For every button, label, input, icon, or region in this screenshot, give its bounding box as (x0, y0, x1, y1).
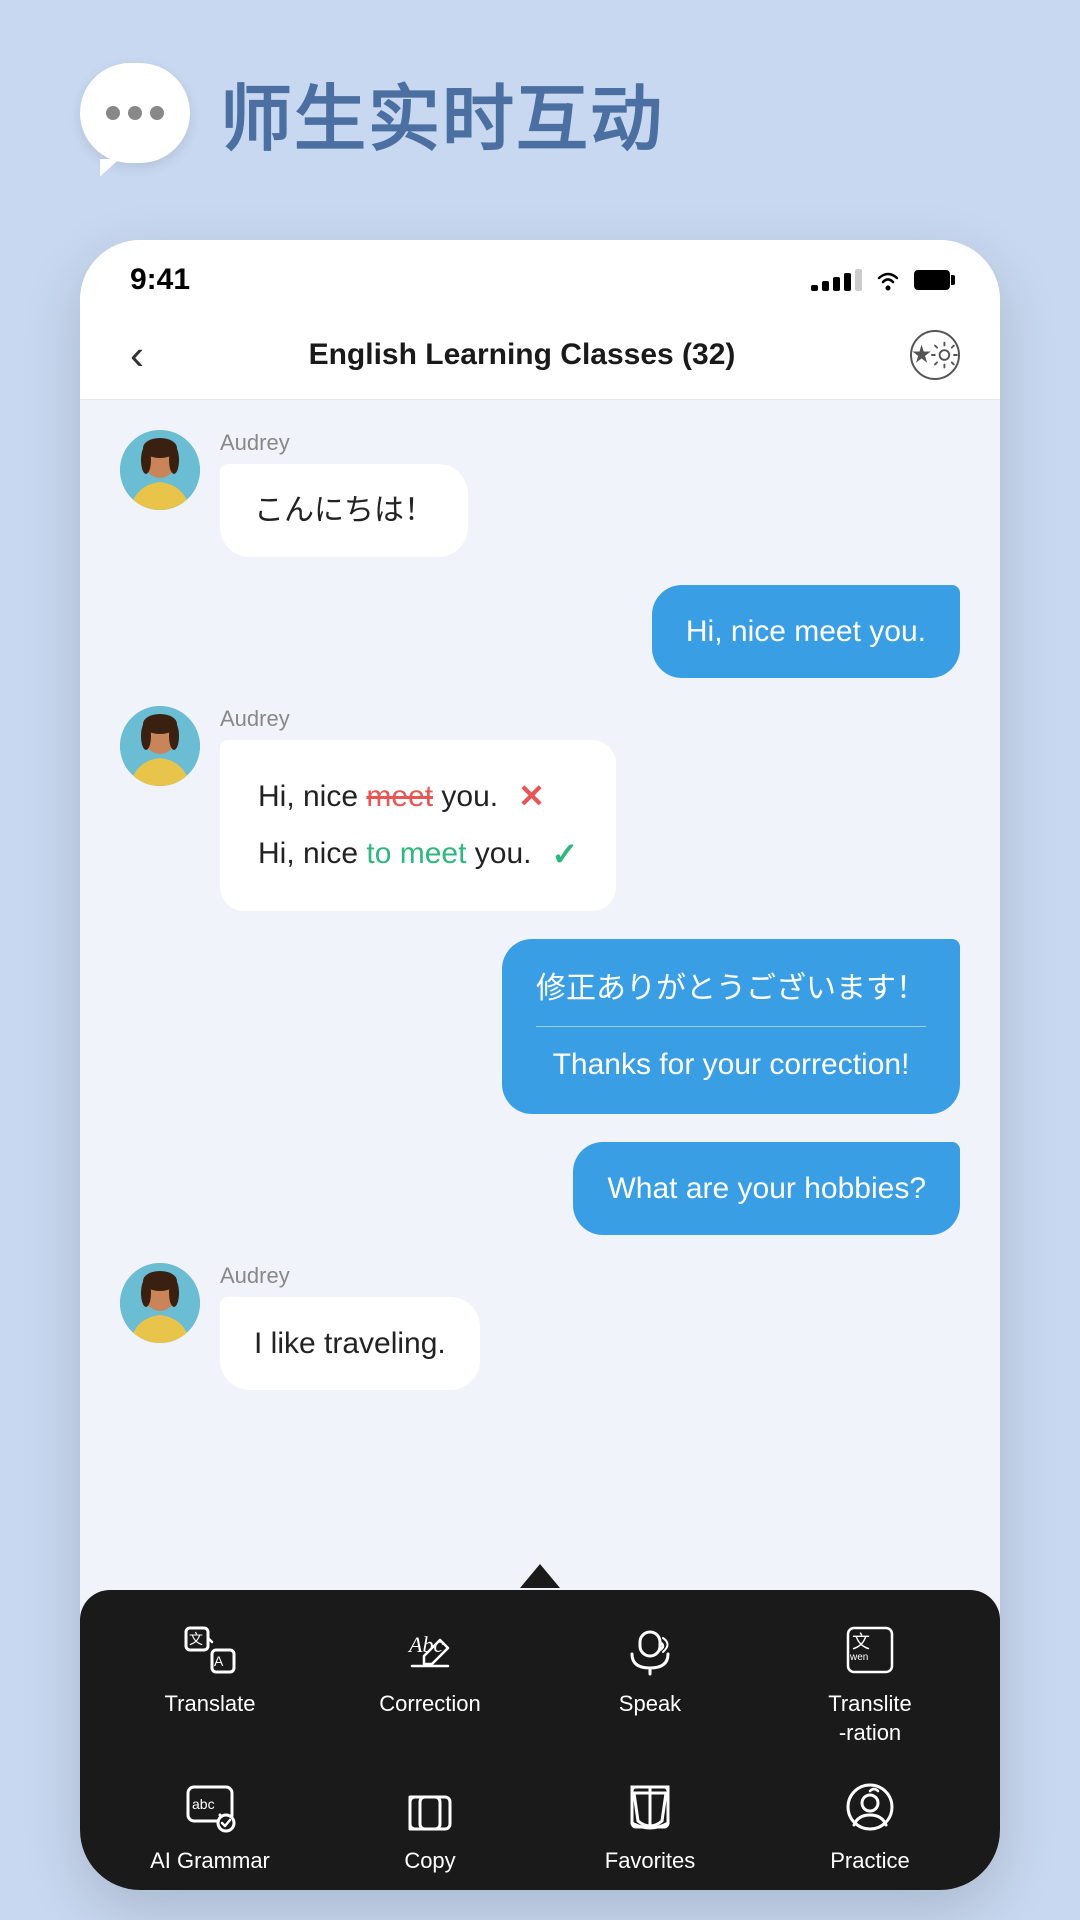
message-content: Audrey Hi, nice meet you. ✕ Hi, nice to … (220, 706, 616, 911)
message-bubble: 修正ありがとうございます！ Thanks for your correction… (502, 939, 960, 1114)
message-bubble: Hi, nice meet you. (652, 585, 960, 678)
bottom-toolbar: 文 A Translate Abc (80, 1590, 1000, 1890)
speak-icon (620, 1620, 680, 1680)
toolbar-copy[interactable]: Copy (360, 1777, 500, 1876)
transliteration-icon: 文 wen (840, 1620, 900, 1680)
transliteration-label: Translite -ration (828, 1690, 912, 1747)
toolbar-favorites[interactable]: Favorites (580, 1777, 720, 1876)
sender-name: Audrey (220, 430, 468, 456)
practice-label: Practice (830, 1847, 909, 1876)
message-text-jp: 修正ありがとうございます！ (536, 972, 926, 1005)
wifi-icon (874, 269, 902, 291)
correction-bubble: Hi, nice meet you. ✕ Hi, nice to meet yo… (220, 740, 616, 911)
message-bubble: I like traveling. (220, 1297, 480, 1390)
sender-name: Audrey (220, 1263, 480, 1289)
toolbar-translate[interactable]: 文 A Translate (140, 1620, 280, 1747)
x-mark-icon: ✕ (518, 768, 545, 826)
page-title: 师生实时互动 (220, 60, 664, 165)
copy-icon (400, 1777, 460, 1837)
message-row: What are your hobbies? (120, 1142, 960, 1235)
message-row: 修正ありがとうございます！ Thanks for your correction… (120, 939, 960, 1114)
correction-icon: Abc (400, 1620, 460, 1680)
nav-title: English Learning Classes (32) (174, 338, 870, 372)
favorites-label: Favorites (605, 1847, 695, 1876)
ai-grammar-label: AI Grammar (150, 1847, 270, 1876)
message-bubble: What are your hobbies? (573, 1142, 960, 1235)
avatar (120, 706, 200, 786)
chat-area: Audrey こんにちは！ Hi, nice meet you. (80, 400, 1000, 1590)
toolbar-row-2: abc AI Grammar (80, 1767, 1000, 1890)
nav-bar: ‹ English Learning Classes (32) (80, 310, 1000, 400)
toolbar-ai-grammar[interactable]: abc AI Grammar (140, 1777, 280, 1876)
copy-label: Copy (404, 1847, 455, 1876)
message-content: Audrey こんにちは！ (220, 430, 468, 557)
correction-right: Hi, nice to meet you. ✓ (258, 826, 578, 884)
svg-text:abc: abc (192, 1796, 215, 1812)
practice-icon (840, 1777, 900, 1837)
message-bubble: こんにちは！ (220, 464, 468, 557)
message-content: Audrey I like traveling. (220, 1263, 480, 1390)
sender-name: Audrey (220, 706, 616, 732)
message-row: Audrey Hi, nice meet you. ✕ Hi, nice to … (120, 706, 960, 911)
svg-text:文: 文 (852, 1632, 870, 1652)
translate-icon: 文 A (180, 1620, 240, 1680)
page-background: 师生实时互动 9:41 (0, 0, 1080, 1920)
message-row: Audrey I like traveling. (120, 1263, 960, 1390)
svg-text:wen: wen (849, 1652, 868, 1663)
settings-button[interactable] (910, 330, 960, 380)
phone-frame: 9:41 (80, 240, 1000, 1890)
status-icons (811, 269, 950, 291)
translate-label: Translate (165, 1690, 256, 1719)
toolbar-transliteration[interactable]: 文 wen Translite -ration (800, 1620, 940, 1747)
ai-grammar-icon: abc (180, 1777, 240, 1837)
message-row: Hi, nice meet you. (120, 585, 960, 678)
check-mark-icon: ✓ (551, 826, 578, 884)
toolbar-speak[interactable]: Speak (580, 1620, 720, 1747)
speak-label: Speak (619, 1690, 681, 1719)
favorites-icon (620, 1777, 680, 1837)
status-time: 9:41 (130, 263, 190, 297)
toolbar-correction[interactable]: Abc Correction (360, 1620, 500, 1747)
toolbar-arrow (80, 1566, 1000, 1590)
battery-icon (914, 270, 950, 290)
signal-icon (811, 269, 862, 291)
correction-label: Correction (379, 1690, 480, 1719)
correct-word: to meet (366, 837, 466, 870)
toolbar-row-1: 文 A Translate Abc (80, 1590, 1000, 1767)
svg-text:文: 文 (189, 1631, 203, 1647)
wrong-word: meet (366, 780, 433, 813)
message-row: Audrey こんにちは！ (120, 430, 960, 557)
avatar (120, 1263, 200, 1343)
status-bar: 9:41 (80, 240, 1000, 310)
message-text-en: Thanks for your correction! (553, 1048, 910, 1081)
chat-bubble-icon (80, 63, 190, 163)
back-button[interactable]: ‹ (120, 321, 154, 389)
correction-wrong: Hi, nice meet you. ✕ (258, 768, 578, 826)
toolbar-practice[interactable]: Practice (800, 1777, 940, 1876)
page-header: 师生实时互动 (0, 0, 1080, 185)
svg-text:A: A (214, 1653, 224, 1669)
avatar (120, 430, 200, 510)
